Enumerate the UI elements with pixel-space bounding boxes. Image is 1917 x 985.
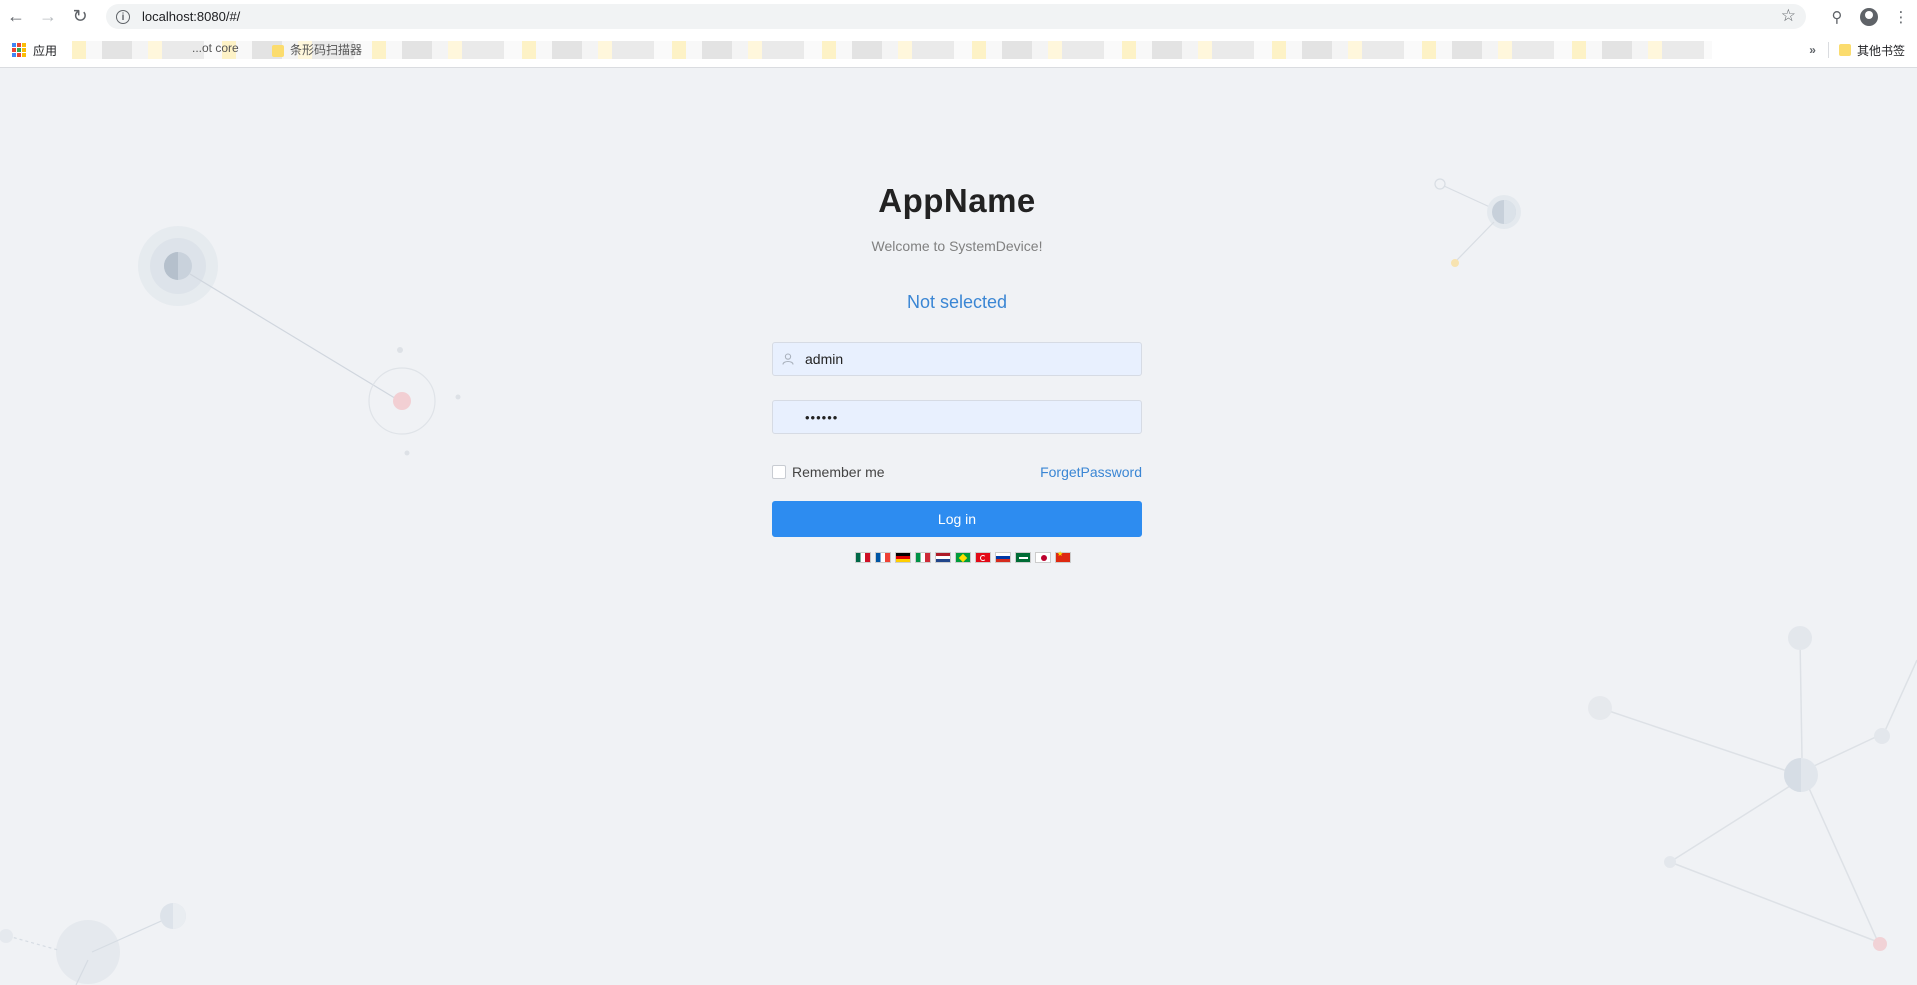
password-input[interactable]: [805, 401, 1125, 433]
login-button[interactable]: Log in: [772, 501, 1142, 537]
remember-me[interactable]: Remember me: [772, 464, 885, 480]
username-input[interactable]: [805, 343, 1125, 375]
password-field[interactable]: [772, 400, 1142, 434]
system-select-link[interactable]: Not selected: [772, 292, 1142, 313]
italy-flag-icon[interactable]: [915, 552, 931, 563]
saudi-arabia-flag-icon[interactable]: [1015, 552, 1031, 563]
remember-me-checkbox[interactable]: [772, 465, 786, 479]
germany-flag-icon[interactable]: [895, 552, 911, 563]
mexico-flag-icon[interactable]: [855, 552, 871, 563]
netherlands-flag-icon[interactable]: [935, 552, 951, 563]
japan-flag-icon[interactable]: [1035, 552, 1051, 563]
brazil-flag-icon[interactable]: [955, 552, 971, 563]
user-icon: [782, 353, 794, 365]
turkey-flag-icon[interactable]: [975, 552, 991, 563]
language-selector: [772, 550, 1142, 563]
forgot-password-link[interactable]: ForgetPassword: [1040, 464, 1142, 480]
remember-me-label: Remember me: [792, 464, 885, 480]
login-options-row: Remember me ForgetPassword: [772, 463, 1142, 481]
france-flag-icon[interactable]: [875, 552, 891, 563]
china-flag-icon[interactable]: [1055, 550, 1071, 563]
russia-flag-icon[interactable]: [995, 552, 1011, 563]
app-name-heading: AppName: [878, 182, 1036, 219]
username-field[interactable]: [772, 342, 1142, 376]
login-form: AppName Welcome to SystemDevice! Not sel…: [772, 170, 1142, 563]
welcome-text: Welcome to SystemDevice!: [871, 238, 1043, 254]
